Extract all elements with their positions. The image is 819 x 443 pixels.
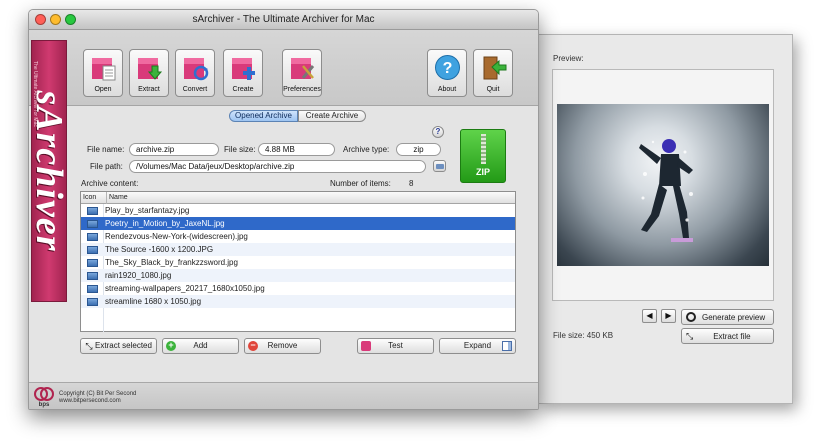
archive-content-table[interactable]: Icon Name Play_by_starfantazy.jpg Poetry… bbox=[80, 191, 516, 332]
convert-button[interactable]: Convert bbox=[175, 49, 215, 97]
column-name-header[interactable]: Name bbox=[106, 192, 128, 204]
file-name-field[interactable]: archive.zip bbox=[129, 143, 219, 156]
image-file-icon bbox=[87, 233, 98, 241]
zip-archive-icon: ZIP bbox=[460, 129, 506, 183]
image-file-icon bbox=[87, 220, 98, 228]
table-row[interactable]: The_Sky_Black_by_frankzzsword.jpg bbox=[81, 256, 515, 269]
file-path-label: File path: bbox=[90, 162, 123, 171]
remove-icon: − bbox=[248, 341, 258, 351]
extract-arrows-icon: ⤡ bbox=[85, 341, 93, 351]
create-button[interactable]: Create bbox=[223, 49, 263, 97]
prev-image-button[interactable]: ◀ bbox=[642, 309, 657, 323]
bps-logo: bps bbox=[34, 387, 54, 408]
about-button[interactable]: ? About bbox=[427, 49, 467, 97]
image-file-icon bbox=[87, 272, 98, 280]
file-size-field[interactable]: 4.88 MB bbox=[258, 143, 335, 156]
zoom-window-button[interactable] bbox=[65, 14, 76, 25]
expand-panel-icon bbox=[502, 341, 512, 351]
convert-box-icon bbox=[184, 58, 209, 81]
remove-button[interactable]: − Remove bbox=[244, 338, 321, 354]
table-row[interactable]: streaming-wallpapers_20217_1680x1050.jpg bbox=[81, 282, 515, 295]
main-window: sArchiver - The Ultimate Archiver for Ma… bbox=[28, 9, 539, 410]
item-count-value: 8 bbox=[409, 179, 414, 188]
test-button[interactable]: Test bbox=[357, 338, 434, 354]
file-size-label: File size: bbox=[224, 145, 256, 154]
preview-image bbox=[557, 104, 769, 266]
add-button[interactable]: + Add bbox=[162, 338, 239, 354]
copyright-text: Copyright (C) Bit Per Second www.bitpers… bbox=[59, 391, 137, 404]
extract-button[interactable]: Extract bbox=[129, 49, 169, 97]
question-mark-icon: ? bbox=[435, 55, 460, 80]
preview-label: Preview: bbox=[553, 54, 584, 63]
add-icon: + bbox=[166, 341, 176, 351]
preferences-button[interactable]: Preferences bbox=[282, 49, 322, 97]
next-image-button[interactable]: ▶ bbox=[661, 309, 676, 323]
dancer-figure bbox=[639, 139, 693, 242]
table-row[interactable]: Rendezvous-New-York-(widescreen).jpg bbox=[81, 230, 515, 243]
image-file-icon bbox=[87, 246, 98, 254]
close-window-button[interactable] bbox=[35, 14, 46, 25]
extract-file-button[interactable]: ⤡ Extract file bbox=[681, 328, 774, 344]
column-icon-header[interactable]: Icon bbox=[83, 192, 96, 204]
footer: bps Copyright (C) Bit Per Second www.bit… bbox=[29, 382, 538, 409]
extract-arrows-icon: ⤡ bbox=[686, 330, 694, 341]
table-row[interactable]: The Source -1600 x 1200.JPG bbox=[81, 243, 515, 256]
image-file-icon bbox=[87, 207, 98, 215]
table-row[interactable]: Play_by_starfantazy.jpg bbox=[81, 204, 515, 217]
file-path-field[interactable]: /Volumes/Mac Data/jeux/Desktop/archive.z… bbox=[129, 160, 426, 173]
item-count-label: Number of items: bbox=[330, 179, 391, 188]
preview-file-size: File size: 450 KB bbox=[553, 331, 614, 340]
extract-selected-button[interactable]: ⤡ Extract selected bbox=[80, 338, 157, 354]
archive-content-label: Archive content: bbox=[81, 179, 139, 188]
browse-folder-button[interactable] bbox=[433, 160, 446, 172]
expand-button[interactable]: Expand bbox=[439, 338, 516, 354]
quit-button[interactable]: Quit bbox=[473, 49, 513, 97]
brand-tagline: The Ultimate Archiver for Mac bbox=[32, 61, 38, 127]
file-name-label: File name: bbox=[87, 145, 125, 154]
image-file-icon bbox=[87, 298, 98, 306]
archive-type-field[interactable]: zip bbox=[396, 143, 441, 156]
open-button[interactable]: Open bbox=[83, 49, 123, 97]
exit-door-icon bbox=[483, 56, 507, 80]
tab-opened-archive[interactable]: Opened Archive bbox=[229, 110, 298, 122]
preferences-box-icon bbox=[291, 58, 315, 79]
archive-type-label: Archive type: bbox=[343, 145, 390, 154]
image-file-icon bbox=[87, 285, 98, 293]
table-header: Icon Name bbox=[81, 192, 515, 204]
extract-box-icon bbox=[138, 58, 163, 80]
svg-text:?: ? bbox=[443, 60, 453, 77]
preview-drawer: Preview: ◀ ▶ Generate preview ⤡ Extract … bbox=[537, 34, 793, 404]
search-icon bbox=[686, 312, 696, 322]
brand-banner: sArchiver The Ultimate Archiver for Mac bbox=[31, 40, 67, 302]
open-box-icon bbox=[92, 58, 116, 81]
tab-create-archive[interactable]: Create Archive bbox=[298, 110, 366, 122]
test-box-icon bbox=[361, 341, 371, 351]
generate-preview-button[interactable]: Generate preview bbox=[681, 309, 774, 325]
folder-icon bbox=[436, 164, 444, 169]
table-row[interactable]: rain1920_1080.jpg bbox=[81, 269, 515, 282]
table-row[interactable]: streamline 1680 x 1050.jpg bbox=[81, 295, 515, 308]
table-row-selected[interactable]: Poetry_in_Motion_by_JaxeNL.jpg bbox=[81, 217, 515, 230]
create-box-icon bbox=[232, 58, 255, 80]
table-row-empty bbox=[81, 308, 515, 321]
svg-text:bps: bps bbox=[39, 402, 50, 408]
image-file-icon bbox=[87, 259, 98, 267]
help-button[interactable]: ? bbox=[432, 126, 444, 138]
minimize-window-button[interactable] bbox=[50, 14, 61, 25]
zipper-icon bbox=[481, 134, 486, 164]
title-bar: sArchiver - The Ultimate Archiver for Ma… bbox=[29, 10, 538, 30]
window-title: sArchiver - The Ultimate Archiver for Ma… bbox=[192, 14, 375, 25]
